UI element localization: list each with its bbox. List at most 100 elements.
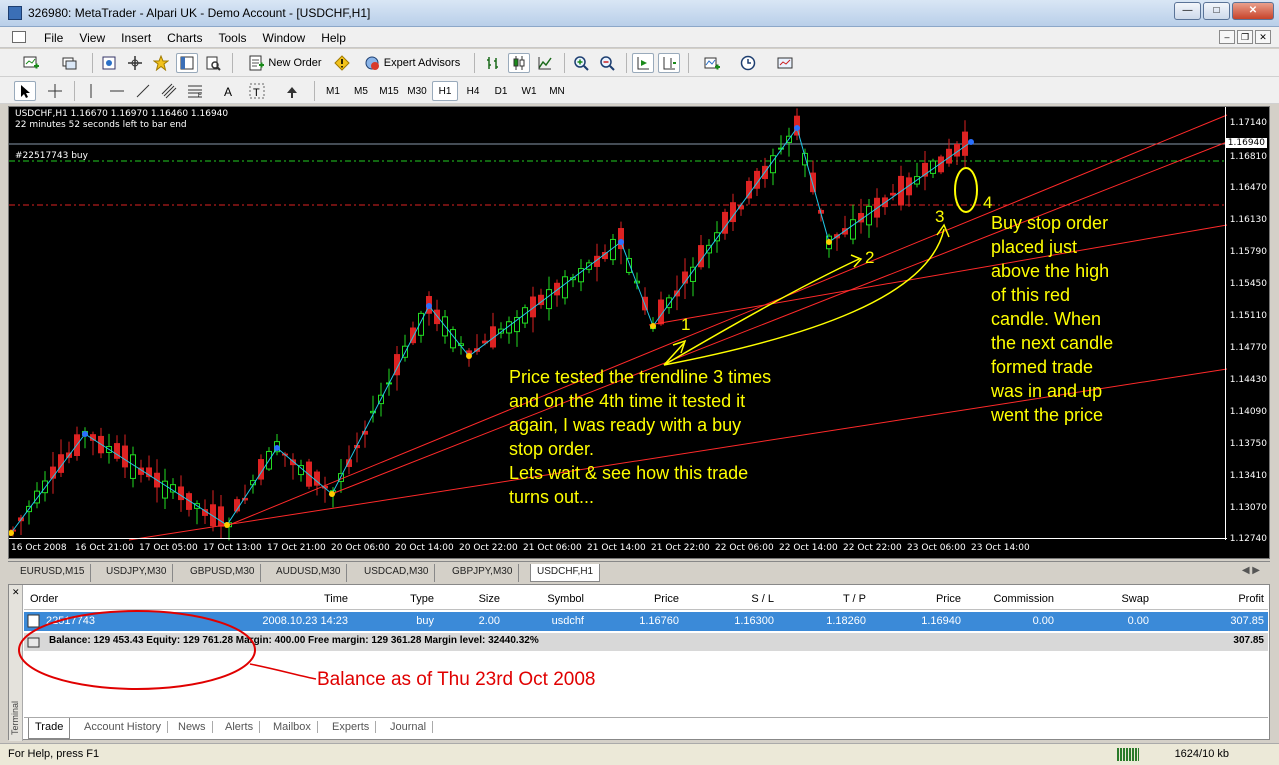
tab-account-history[interactable]: Account History bbox=[78, 721, 169, 733]
navigator-button[interactable] bbox=[150, 53, 172, 73]
col-commission[interactable]: Commission bbox=[964, 593, 1054, 605]
annotation-line: Lets wait & see how this trade bbox=[509, 463, 749, 483]
time-tick: 20 Oct 06:00 bbox=[331, 543, 390, 553]
zigzag-point bbox=[82, 431, 88, 437]
chart-tab-active[interactable]: USDCHF,H1 bbox=[530, 564, 601, 582]
col-tp[interactable]: T / P bbox=[784, 593, 866, 605]
line-chart-button[interactable] bbox=[534, 53, 556, 73]
new-chart-button[interactable] bbox=[14, 53, 48, 73]
menu-help[interactable]: Help bbox=[313, 31, 354, 45]
bar-chart-button[interactable] bbox=[482, 53, 504, 73]
row-sl: 1.16300 bbox=[734, 615, 774, 627]
bar-timer: 22 minutes 52 seconds left to bar end bbox=[15, 120, 187, 130]
expert-advisors-icon bbox=[365, 56, 379, 70]
time-tick: 23 Oct 14:00 bbox=[971, 543, 1030, 553]
col-type[interactable]: Type bbox=[364, 593, 434, 605]
tf-d1-button[interactable]: D1 bbox=[488, 81, 514, 101]
tf-m1-label: M1 bbox=[326, 85, 340, 97]
mdi-minimize-button[interactable]: – bbox=[1219, 30, 1235, 44]
trendline-button[interactable] bbox=[132, 81, 154, 101]
tf-m30-button[interactable]: M30 bbox=[404, 81, 430, 101]
templates-button[interactable] bbox=[768, 53, 802, 73]
minimize-button[interactable]: — bbox=[1174, 2, 1201, 20]
menu-charts[interactable]: Charts bbox=[159, 31, 210, 45]
candle-body bbox=[434, 309, 440, 325]
tab-scroll-arrows-icon[interactable]: ◀ ▶ bbox=[1242, 565, 1260, 576]
close-icon[interactable]: ✕ bbox=[12, 587, 20, 598]
col-price[interactable]: Price bbox=[604, 593, 679, 605]
candles-group bbox=[10, 108, 968, 541]
menu-window[interactable]: Window bbox=[255, 31, 314, 45]
data-window-button[interactable] bbox=[124, 53, 146, 73]
tab-mailbox[interactable]: Mailbox bbox=[267, 721, 318, 733]
col-size[interactable]: Size bbox=[444, 593, 500, 605]
crosshair-button[interactable] bbox=[44, 81, 66, 101]
cursor-button[interactable] bbox=[14, 81, 36, 101]
expert-advisors-button[interactable]: Expert Advisors bbox=[358, 53, 466, 73]
tf-w1-button[interactable]: W1 bbox=[516, 81, 542, 101]
menu-file[interactable]: File bbox=[36, 31, 71, 45]
zoom-in-button[interactable] bbox=[570, 53, 592, 73]
recent-trendline[interactable] bbox=[648, 224, 1228, 326]
close-button[interactable]: ✕ bbox=[1232, 2, 1274, 20]
col-cur-price[interactable]: Price bbox=[884, 593, 961, 605]
tf-m5-button[interactable]: M5 bbox=[348, 81, 374, 101]
price-axis[interactable]: 1.17140 1.16940 1.16810 1.16470 1.16130 … bbox=[1225, 107, 1269, 544]
tf-m1-button[interactable]: M1 bbox=[320, 81, 346, 101]
col-sl[interactable]: S / L bbox=[694, 593, 774, 605]
chart-tab[interactable]: AUDUSD,M30 bbox=[270, 564, 348, 582]
mdi-close-button[interactable]: ✕ bbox=[1255, 30, 1271, 44]
menu-view[interactable]: View bbox=[71, 31, 113, 45]
strategy-tester-button[interactable] bbox=[202, 53, 224, 73]
zoom-out-button[interactable] bbox=[596, 53, 618, 73]
tf-h4-button[interactable]: H4 bbox=[460, 81, 486, 101]
market-watch-button[interactable] bbox=[98, 53, 120, 73]
col-swap[interactable]: Swap bbox=[1064, 593, 1149, 605]
navigator-star-icon bbox=[153, 55, 169, 71]
autoscroll-button[interactable] bbox=[632, 53, 654, 73]
periods-button[interactable] bbox=[732, 53, 764, 73]
new-order-button[interactable]: New Order bbox=[242, 53, 328, 73]
vertical-line-button[interactable] bbox=[80, 81, 102, 101]
menu-insert[interactable]: Insert bbox=[113, 31, 159, 45]
col-profit[interactable]: Profit bbox=[1174, 593, 1264, 605]
candle-body bbox=[562, 276, 568, 299]
menu-tools[interactable]: Tools bbox=[211, 31, 255, 45]
text-label-button[interactable]: T bbox=[246, 81, 268, 101]
tab-alerts[interactable]: Alerts bbox=[219, 721, 261, 733]
candlestick-chart-button[interactable] bbox=[508, 53, 530, 73]
profiles-button[interactable] bbox=[54, 53, 86, 73]
chart-window-icon[interactable] bbox=[12, 31, 26, 43]
col-time[interactable]: Time bbox=[224, 593, 348, 605]
chart-tab[interactable]: GBPJPY,M30 bbox=[446, 564, 520, 582]
tf-m15-button[interactable]: M15 bbox=[376, 81, 402, 101]
tab-experts[interactable]: Experts bbox=[326, 721, 377, 733]
autotrading-alert-button[interactable] bbox=[332, 53, 352, 73]
equidistant-channel-button[interactable] bbox=[158, 81, 180, 101]
tab-trade[interactable]: Trade bbox=[28, 718, 71, 739]
annotation-line: of this red bbox=[991, 285, 1071, 305]
col-symbol[interactable]: Symbol bbox=[504, 593, 584, 605]
price-chart[interactable]: USDCHF,H1 1.16670 1.16970 1.16460 1.1694… bbox=[8, 106, 1270, 559]
col-order[interactable]: Order bbox=[30, 593, 58, 605]
tab-news[interactable]: News bbox=[172, 721, 213, 733]
tf-mn-button[interactable]: MN bbox=[544, 81, 570, 101]
chart-tab[interactable]: USDCAD,M30 bbox=[358, 564, 436, 582]
arrows-button[interactable] bbox=[276, 81, 308, 101]
fibonacci-button[interactable]: F bbox=[184, 81, 206, 101]
time-axis[interactable]: 16 Oct 2008 16 Oct 21:00 17 Oct 05:00 17… bbox=[9, 538, 1227, 558]
indicators-button[interactable] bbox=[696, 53, 728, 73]
chart-tab[interactable]: USDJPY,M30 bbox=[100, 564, 174, 582]
tf-h1-button[interactable]: H1 bbox=[432, 81, 458, 101]
chart-tab[interactable]: EURUSD,M15 bbox=[14, 564, 92, 582]
tab-journal[interactable]: Journal bbox=[384, 721, 434, 733]
terminal-button[interactable] bbox=[176, 53, 198, 73]
mdi-restore-button[interactable]: ❐ bbox=[1237, 30, 1253, 44]
trade-row[interactable]: 22517743 2008.10.23 14:23 buy 2.00 usdch… bbox=[24, 612, 1268, 631]
horizontal-line-button[interactable] bbox=[106, 81, 128, 101]
tf-h4-label: H4 bbox=[466, 85, 480, 97]
maximize-button[interactable]: □ bbox=[1203, 2, 1230, 20]
text-button[interactable]: A bbox=[218, 81, 240, 101]
chart-shift-button[interactable] bbox=[658, 53, 680, 73]
chart-tab[interactable]: GBPUSD,M30 bbox=[184, 564, 262, 582]
